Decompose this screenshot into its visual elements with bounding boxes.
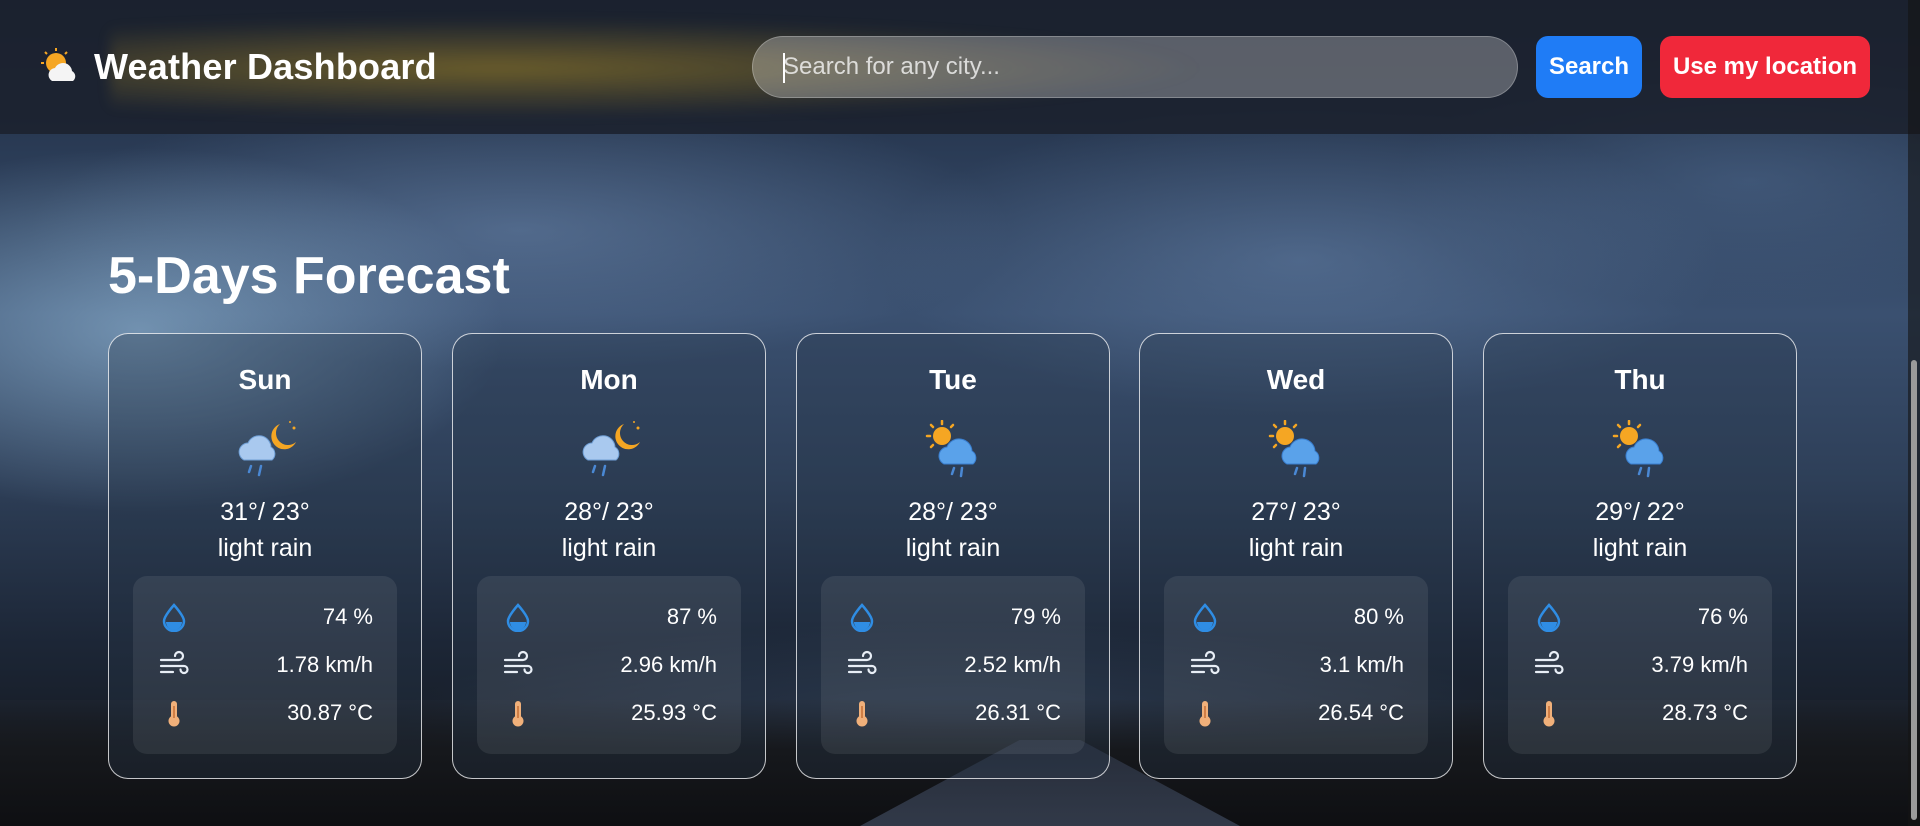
brand: Weather Dashboard: [40, 46, 437, 88]
wind-icon: [159, 650, 189, 680]
wind-row: 3.79 km/h: [1534, 648, 1748, 682]
wind-value: 3.1 km/h: [1319, 652, 1404, 677]
humidity-value: 76 %: [1697, 604, 1748, 629]
temperature-row: 30.87 °C: [159, 696, 373, 730]
forecast-day: Tue: [929, 364, 977, 395]
forecast-stats: 79 % 2.52 km/h 26.31 °C: [821, 576, 1085, 754]
forecast-stats: 74 % 1.78 km/h 30.87 °C: [133, 576, 397, 754]
forecast-temps: 31°/ 23°: [220, 498, 310, 526]
wind-value: 2.52 km/h: [964, 652, 1061, 677]
forecast-card: Mon 28°/ 23° light rain 87 % 2.96 km/h 25.93 …: [452, 333, 766, 779]
temperature-value: 30.87 °C: [287, 700, 373, 725]
sun-cloud-rain-icon: [1611, 419, 1673, 478]
forecast-card: Tue 28°/ 23° light rain 79 % 2.52 km/h 26.31 …: [796, 333, 1110, 779]
forecast-day: Mon: [580, 364, 638, 395]
humidity-value: 79 %: [1010, 604, 1061, 629]
temperature-value: 26.54 °C: [1318, 700, 1404, 725]
thermometer-icon: [847, 698, 877, 728]
humidity-icon: [1534, 602, 1564, 633]
humidity-row: 87 %: [503, 600, 717, 634]
search-button[interactable]: Search: [1536, 36, 1642, 98]
use-my-location-button[interactable]: Use my location: [1660, 36, 1870, 98]
humidity-icon: [1190, 602, 1220, 633]
sun-cloud-icon: [40, 47, 80, 87]
wind-icon: [503, 650, 533, 680]
wind-icon: [847, 650, 877, 680]
search-input[interactable]: [783, 37, 1517, 97]
forecast-card: Thu 29°/ 22° light rain 76 % 3.79 km/h 28.73 …: [1483, 333, 1797, 779]
humidity-icon: [847, 602, 877, 633]
moon-cloud-rain-icon: [236, 420, 298, 478]
wind-row: 2.52 km/h: [847, 648, 1061, 682]
temperature-value: 26.31 °C: [975, 700, 1061, 725]
temperature-row: 28.73 °C: [1534, 696, 1748, 730]
forecast-temps: 29°/ 22°: [1595, 498, 1685, 526]
forecast-condition: light rain: [1248, 534, 1344, 562]
forecast-condition: light rain: [217, 534, 313, 562]
forecast-condition: light rain: [561, 534, 657, 562]
forecast-temps: 28°/ 23°: [564, 498, 654, 526]
search-box[interactable]: [752, 36, 1518, 98]
temperature-value: 28.73 °C: [1662, 700, 1748, 725]
forecast-condition: light rain: [905, 534, 1001, 562]
top-header: Weather Dashboard Search Use my location: [0, 0, 1920, 134]
temperature-value: 25.93 °C: [631, 700, 717, 725]
humidity-row: 74 %: [159, 600, 373, 634]
wind-icon: [1190, 650, 1220, 680]
wind-row: 2.96 km/h: [503, 648, 717, 682]
wind-value: 2.96 km/h: [620, 652, 717, 677]
forecast-title: 5-Days Forecast: [108, 247, 510, 305]
forecast-condition: light rain: [1592, 534, 1688, 562]
sun-cloud-rain-icon: [924, 419, 986, 478]
wind-row: 1.78 km/h: [159, 648, 373, 682]
forecast-temps: 28°/ 23°: [908, 498, 998, 526]
forecast-card: Wed 27°/ 23° light rain 80 % 3.1 km/h 26.54 °…: [1139, 333, 1453, 779]
temperature-row: 26.54 °C: [1190, 696, 1404, 730]
thermometer-icon: [1534, 698, 1564, 728]
forecast-stats: 76 % 3.79 km/h 28.73 °C: [1508, 576, 1772, 754]
text-caret: [783, 53, 785, 83]
temperature-row: 26.31 °C: [847, 696, 1061, 730]
thermometer-icon: [159, 698, 189, 728]
humidity-row: 79 %: [847, 600, 1061, 634]
humidity-row: 76 %: [1534, 600, 1748, 634]
temperature-row: 25.93 °C: [503, 696, 717, 730]
wind-row: 3.1 km/h: [1190, 648, 1404, 682]
wind-value: 1.78 km/h: [276, 652, 373, 677]
thermometer-icon: [1190, 698, 1220, 728]
forecast-stats: 87 % 2.96 km/h 25.93 °C: [477, 576, 741, 754]
wind-value: 3.79 km/h: [1651, 652, 1748, 677]
humidity-value: 87 %: [666, 604, 717, 629]
page-scrollbar[interactable]: [1908, 0, 1920, 826]
scrollbar-thumb[interactable]: [1911, 360, 1917, 820]
forecast-day: Thu: [1614, 364, 1666, 395]
humidity-icon: [503, 602, 533, 633]
forecast-day: Wed: [1266, 364, 1326, 395]
app-title: Weather Dashboard: [94, 46, 437, 87]
wind-icon: [1534, 650, 1564, 680]
moon-cloud-rain-icon: [580, 420, 642, 478]
forecast-day: Sun: [238, 364, 292, 395]
forecast-temps: 27°/ 23°: [1251, 498, 1341, 526]
humidity-icon: [159, 602, 189, 633]
thermometer-icon: [503, 698, 533, 728]
forecast-card: Sun 31°/ 23° light rain 74 % 1.78 km/h 30.87 …: [108, 333, 422, 779]
forecast-stats: 80 % 3.1 km/h 26.54 °C: [1164, 576, 1428, 754]
humidity-value: 80 %: [1353, 604, 1404, 629]
humidity-value: 74 %: [322, 604, 373, 629]
humidity-row: 80 %: [1190, 600, 1404, 634]
sun-cloud-rain-icon: [1267, 419, 1329, 478]
